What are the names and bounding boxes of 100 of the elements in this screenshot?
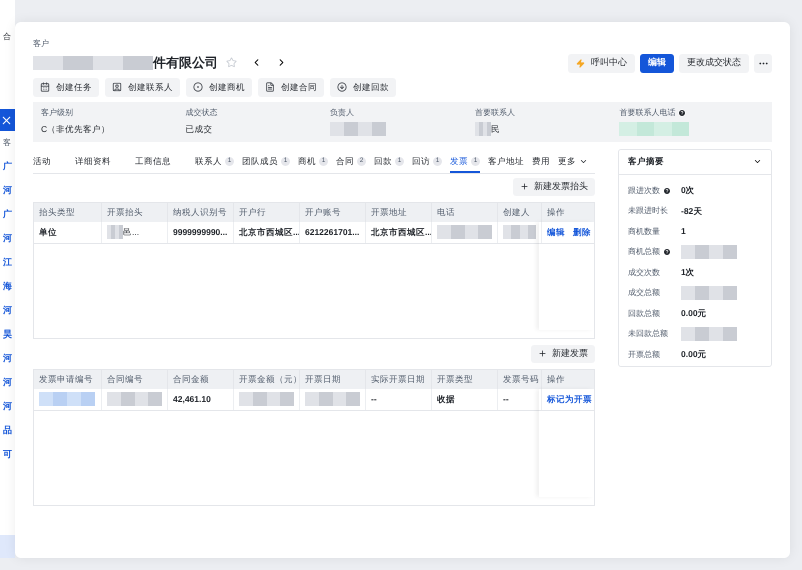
tab[interactable]: 活动 — [33, 152, 51, 172]
field-value: 0次 — [681, 184, 695, 198]
field-label: 客户级别 — [41, 107, 73, 119]
field-value: 收据 — [437, 392, 455, 406]
calendar-icon — [40, 82, 50, 92]
background-list-item: 河 — [2, 232, 13, 245]
document-icon — [265, 82, 275, 92]
create-button[interactable]: 创建回款 — [330, 78, 396, 96]
column-header: 开户账号 — [305, 206, 341, 218]
redacted-value — [39, 392, 95, 406]
add-button[interactable]: 新建发票抬头 — [513, 178, 595, 196]
background-list-item: 可 — [2, 448, 13, 461]
column-header: 纳税人识别号 — [173, 206, 227, 218]
more-button[interactable] — [754, 54, 772, 72]
add-button[interactable]: 新建发票 — [531, 344, 595, 362]
redacted-value — [681, 286, 737, 300]
field-value: 民 — [490, 122, 500, 136]
column-header: 实际开票日期 — [371, 372, 425, 386]
tab[interactable]: 详细资料 — [75, 152, 111, 172]
field-value: 1次 — [681, 266, 695, 280]
background-text: 合 — [2, 31, 12, 43]
summary-label: 回款总额 — [628, 308, 660, 320]
redacted-value — [681, 327, 737, 342]
create-button[interactable]: 创建任务 — [33, 78, 99, 96]
column-header: 合同编号 — [107, 372, 143, 386]
download-icon — [337, 82, 347, 92]
summary-label: 成交总额 — [628, 287, 660, 300]
background-list-item: 海 — [2, 280, 13, 293]
change-status-button[interactable]: 更改成交状态 — [679, 54, 749, 72]
action-link[interactable]: 标记为开票 — [547, 392, 592, 406]
background-list-item: 河 — [2, 376, 13, 389]
summary-label: 未回款总额 — [628, 328, 668, 340]
field-value: 邑... — [123, 226, 140, 238]
create-button[interactable]: 创建联系人 — [105, 78, 180, 96]
field-value: 已成交 — [186, 122, 213, 136]
column-header: 发票申请编号 — [39, 372, 93, 386]
card-title: 客户摘要 — [628, 155, 664, 168]
field-label: 成交状态 — [186, 107, 218, 119]
create-button[interactable]: 创建商机 — [186, 78, 252, 96]
summary-label: 开票总额 — [628, 348, 660, 361]
summary-label: 商机数量 — [628, 226, 660, 238]
background-list-item: 河 — [2, 184, 13, 197]
summary-label: 成交次数 — [628, 266, 660, 279]
lightning-icon — [576, 58, 585, 68]
call-center-button[interactable]: 呼叫中心 — [568, 54, 635, 72]
field-value: -- — [503, 392, 509, 406]
field-value: 0.00元 — [681, 307, 707, 320]
field-value: -82天 — [681, 204, 702, 218]
column-header: 发票号码 — [503, 372, 539, 386]
column-header: 开户行 — [239, 206, 266, 218]
tab[interactable]: 工商信息 — [135, 152, 171, 172]
field-label: 首要联系人 — [474, 107, 515, 119]
field-value: -- — [371, 392, 377, 406]
background-list-item: 广 — [2, 208, 13, 221]
tab[interactable]: 客户地址 — [488, 152, 524, 172]
column-header: 开票金额（元） — [239, 372, 302, 386]
summary-label: 跟进次数 — [628, 184, 660, 197]
star-icon[interactable] — [226, 57, 237, 68]
close-icon — [0, 114, 13, 126]
background-list-item: 江 — [2, 256, 13, 269]
field-value: C（非优先客户） — [41, 122, 110, 136]
redacted-value — [239, 392, 294, 406]
header-label: 客户 — [33, 38, 50, 50]
contact-card-icon — [112, 82, 122, 92]
plus-icon — [538, 349, 547, 358]
redacted-value — [474, 122, 491, 136]
column-header: 开票抬头 — [107, 206, 143, 218]
column-header: 开票日期 — [305, 372, 341, 386]
close-button[interactable] — [0, 109, 15, 131]
redacted-value — [305, 392, 360, 406]
tab[interactable]: 更多 — [558, 152, 588, 172]
column-header: 合同金额 — [173, 372, 209, 386]
tab[interactable]: 费用 — [532, 152, 550, 172]
redacted-value — [437, 225, 492, 239]
chevron-icon[interactable] — [753, 157, 762, 166]
summary-label: 未跟进时长 — [628, 205, 668, 218]
column-header: 操作 — [547, 372, 565, 386]
column-header: 创建人 — [503, 206, 530, 218]
background-list-item: 河 — [2, 304, 13, 317]
redacted-value — [503, 225, 536, 239]
create-button[interactable]: 创建合同 — [258, 78, 324, 96]
field-label: 负责人 — [330, 107, 354, 119]
target-icon — [193, 82, 203, 92]
summary-label: 商机总额 — [628, 246, 660, 258]
column-header: 开票类型 — [437, 372, 473, 386]
background-list-item: 河 — [2, 352, 13, 365]
field-value: 9999999990... — [173, 226, 228, 238]
field-label: 首要联系人电话 — [619, 107, 676, 119]
background-list-item: 广 — [2, 160, 13, 173]
action-link[interactable]: 编辑 — [547, 226, 565, 238]
action-link[interactable]: 删除 — [573, 226, 591, 238]
field-value: 单位 — [39, 226, 57, 238]
plus-icon — [520, 182, 529, 191]
column-header: 开票地址 — [371, 206, 407, 218]
redacted-value — [107, 392, 162, 406]
column-header: 电话 — [437, 206, 455, 218]
customer-title: 件有限公司 — [153, 54, 218, 72]
redacted-value — [330, 122, 386, 136]
edit-button[interactable]: 编辑 — [640, 54, 674, 72]
field-value: 6212261701... — [305, 226, 360, 238]
